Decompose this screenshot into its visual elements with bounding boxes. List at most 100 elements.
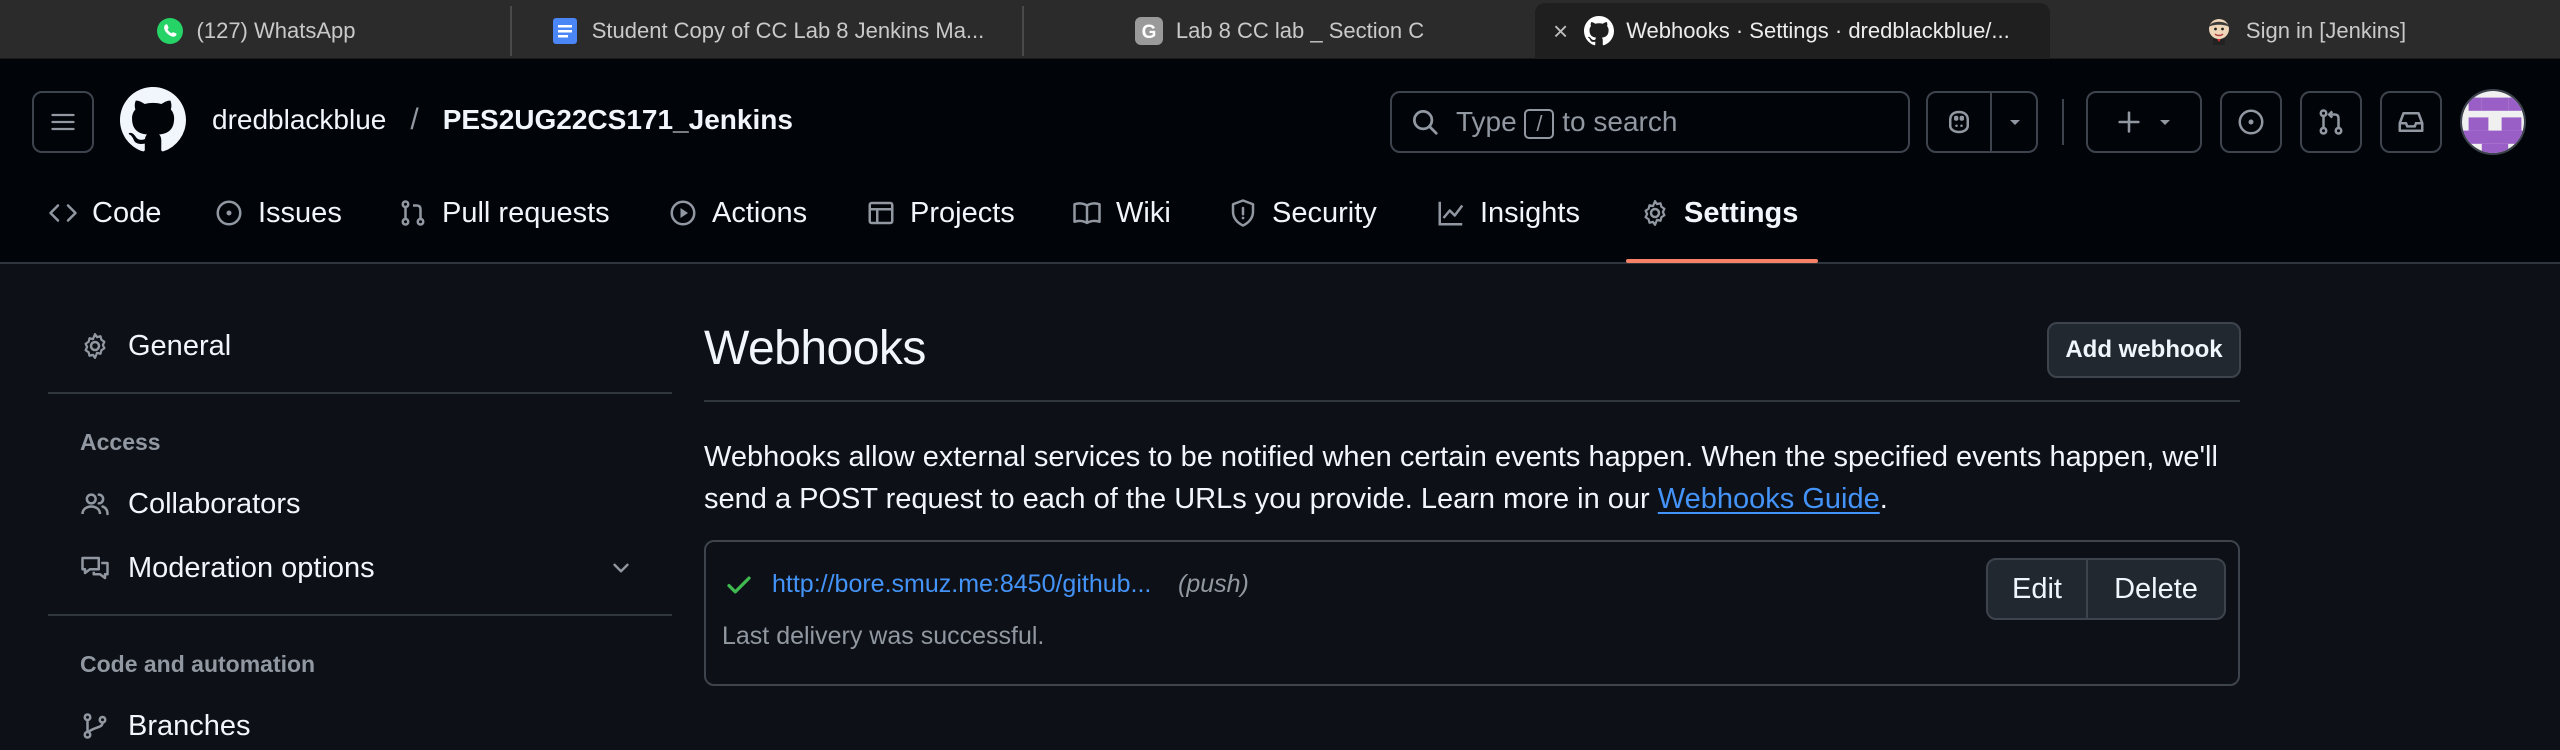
github-logo-icon[interactable] [120,87,186,158]
copilot-dropdown-button[interactable] [1992,93,2038,151]
sidebar-item-label: Moderation options [128,551,375,584]
issues-button[interactable] [2220,91,2282,153]
menu-button[interactable] [32,91,94,153]
browser-tab-lab8[interactable]: G Lab 8 CC lab _ Section C [1024,3,1534,59]
tab-label: Settings [1684,196,1799,229]
delete-button[interactable]: Delete [2088,560,2224,618]
repo-owner-link[interactable]: dredblackblue [212,104,386,136]
repo-nav: Code Issues Pull requests Actions Projec… [0,163,2560,263]
github-icon [1584,16,1615,46]
inbox-button[interactable] [2380,91,2442,153]
whatsapp-icon [155,16,185,46]
breadcrumb: dredblackblue / PES2UG22CS171_Jenkins [212,103,793,137]
sidebar-heading-access: Access [80,429,161,455]
check-icon [727,576,751,594]
sidebar-item-moderation-options[interactable]: Moderation options [48,544,672,592]
search-icon [1413,110,1438,135]
browser-tab-strip: (127) WhatsApp Student Copy of CC Lab 8 … [0,0,2560,59]
people-icon [81,493,109,516]
edit-button[interactable]: Edit [1988,560,2088,618]
chevron-down-icon[interactable] [608,555,634,581]
tab-wiki[interactable]: Wiki [1072,163,1171,263]
triangle-down-icon [2010,120,2020,125]
sidebar-divider [48,392,672,394]
sidebar-item-general[interactable]: General [48,322,672,370]
add-webhook-button[interactable]: Add webhook [2047,322,2241,378]
sidebar-divider [48,614,672,616]
tab-label: Security [1272,196,1377,229]
hamburger-icon [51,113,75,131]
book-icon [1073,202,1101,225]
webhook-item: http://bore.smuz.me:8450/github... (push… [704,540,2240,686]
issue-opened-icon [2238,109,2264,135]
svg-text:G: G [1141,22,1156,43]
comment-discussion-icon [81,556,109,580]
webhook-url-link[interactable]: http://bore.smuz.me:8450/github... [772,570,1151,599]
webhook-actions: Edit Delete [1986,558,2226,620]
webhook-delivery-status: Last delivery was successful. [722,622,1045,650]
search-input[interactable]: Type / to search [1390,91,1910,153]
github-header: dredblackblue / PES2UG22CS171_Jenkins Ty… [0,59,2560,264]
browser-tab-webhooks[interactable]: × Webhooks · Settings · dredblackblue/..… [1535,3,2050,59]
tab-settings[interactable]: Settings [1640,163,1798,263]
tab-label: Projects [910,196,1015,229]
code-icon [49,204,77,222]
webhook-events: (push) [1178,570,1249,598]
tab-insights[interactable]: Insights [1436,163,1580,263]
git-pull-request-icon [401,200,425,226]
tab-code[interactable]: Code [48,163,161,263]
copilot-button-group [1926,91,2038,153]
webhooks-guide-link[interactable]: Webhooks Guide [1658,483,1880,515]
tab-title: Student Copy of CC Lab 8 Jenkins Ma... [591,18,985,43]
shield-icon [1231,199,1255,227]
gear-icon [84,333,106,359]
tab-label: Pull requests [442,196,610,229]
title-divider [704,400,2240,402]
search-shortcut-key: / [1524,108,1555,139]
tab-projects[interactable]: Projects [866,163,1015,263]
pull-requests-button[interactable] [2300,91,2362,153]
avatar[interactable] [2460,89,2526,155]
page-title: Webhooks [704,322,926,375]
tab-actions[interactable]: Actions [668,163,807,263]
tab-title: Webhooks · Settings · dredblackblue/... [1626,18,2010,43]
sidebar-item-label: General [128,329,232,362]
breadcrumb-separator: / [410,103,419,136]
create-new-button[interactable] [2086,91,2202,153]
tab-label: Code [92,196,162,229]
sidebar-heading-code-automation: Code and automation [80,651,316,677]
browser-tab-google-doc[interactable]: Student Copy of CC Lab 8 Jenkins Ma... [512,3,1022,59]
tab-title: Sign in [Jenkins] [2245,18,2407,43]
identicon-icon [2462,91,2524,153]
plus-icon [2118,111,2140,133]
tab-label: Actions [712,196,808,229]
git-branch-icon [83,713,107,739]
jenkins-icon [2204,16,2234,46]
table-icon [868,201,894,225]
g-icon: G [1134,16,1164,46]
browser-tab-whatsapp[interactable]: (127) WhatsApp [0,3,510,59]
tab-security[interactable]: Security [1228,163,1377,263]
git-pull-request-icon [2319,109,2343,135]
issue-opened-icon [216,200,242,226]
sidebar-item-collaborators[interactable]: Collaborators [48,480,672,528]
tab-label: Wiki [1116,196,1171,229]
search-placeholder: Type / to search [1456,105,1678,139]
selected-tab-indicator [1626,259,1818,263]
tab-label: Issues [258,196,342,229]
browser-tab-jenkins[interactable]: Sign in [Jenkins] [2050,3,2560,59]
tab-title: (127) WhatsApp [196,18,356,43]
webhooks-description: Webhooks allow external services to be n… [704,441,2218,515]
copilot-button[interactable] [1928,93,1990,151]
tab-label: Insights [1480,196,1580,229]
sidebar-item-label: Collaborators [128,487,301,520]
gear-icon [1644,200,1666,226]
close-icon[interactable]: × [1553,16,1568,47]
sidebar-item-branches[interactable]: Branches [48,702,672,750]
google-docs-icon [550,16,580,46]
repo-name-link[interactable]: PES2UG22CS171_Jenkins [443,104,793,136]
tab-pull-requests[interactable]: Pull requests [398,163,610,263]
tab-issues[interactable]: Issues [214,163,342,263]
tab-title: Lab 8 CC lab _ Section C [1175,18,1425,43]
sidebar-item-label: Branches [128,709,251,742]
